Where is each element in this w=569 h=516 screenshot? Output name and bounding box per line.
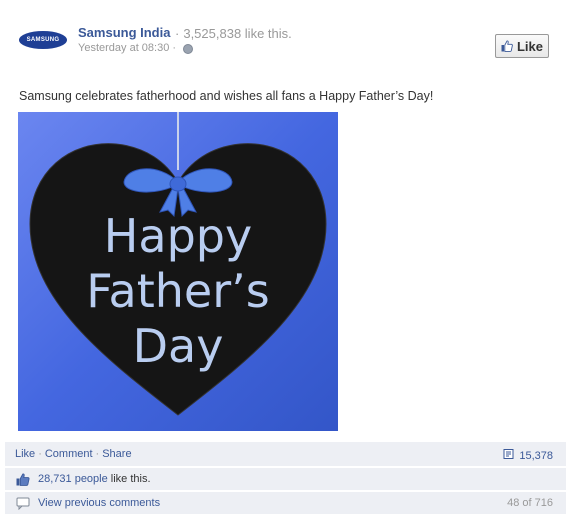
likes-text: 28,731 people like this. [38, 473, 151, 485]
photo-text-happy: Happy [104, 209, 252, 263]
like-page-button[interactable]: Like [495, 34, 549, 58]
share-icon [503, 448, 515, 463]
post-message: Samsung celebrates fatherhood and wishes… [19, 89, 434, 103]
thumbs-up-icon [501, 40, 513, 52]
post-photo[interactable]: Happy Father’s Day [18, 112, 338, 431]
page-likes-text: 3,525,838 like this. [183, 26, 292, 41]
share-count[interactable]: 15,378 [503, 448, 553, 463]
comment-icon [16, 497, 30, 513]
photo-text-day: Day [133, 319, 224, 373]
samsung-logo[interactable]: SAMSUNG [19, 31, 67, 49]
comment-count: 48 of 716 [507, 497, 553, 509]
separator: · [175, 26, 180, 41]
photo-text-fathers: Father’s [86, 264, 269, 318]
globe-icon [183, 44, 193, 54]
comments-row: View previous comments 48 of 716 [5, 492, 566, 514]
logo-text: SAMSUNG [26, 37, 60, 43]
action-links: Like · Comment · Share [15, 448, 132, 460]
facebook-post: SAMSUNG Samsung India · 3,525,838 like th… [0, 0, 569, 516]
like-link[interactable]: Like [15, 448, 35, 460]
thumbs-up-icon [16, 473, 30, 489]
post-header: SAMSUNG Samsung India · 3,525,838 like th… [0, 0, 569, 72]
page-like-count: · 3,525,838 like this. [175, 26, 292, 41]
comment-link[interactable]: Comment [45, 448, 93, 460]
likes-suffix: like this. [107, 473, 151, 485]
likes-people-link[interactable]: 28,731 people [38, 473, 108, 485]
likes-row: 28,731 people like this. [5, 468, 566, 490]
post-timestamp[interactable]: Yesterday at 08:30 · [78, 42, 176, 54]
separator: · [38, 448, 42, 460]
share-link[interactable]: Share [102, 448, 131, 460]
page-name-link[interactable]: Samsung India [78, 25, 170, 40]
actions-bar: Like · Comment · Share 15,378 [5, 442, 566, 466]
view-previous-comments-link[interactable]: View previous comments [38, 497, 160, 509]
separator: · [95, 448, 100, 460]
like-button-label: Like [516, 38, 543, 54]
share-count-value: 15,378 [519, 449, 553, 462]
